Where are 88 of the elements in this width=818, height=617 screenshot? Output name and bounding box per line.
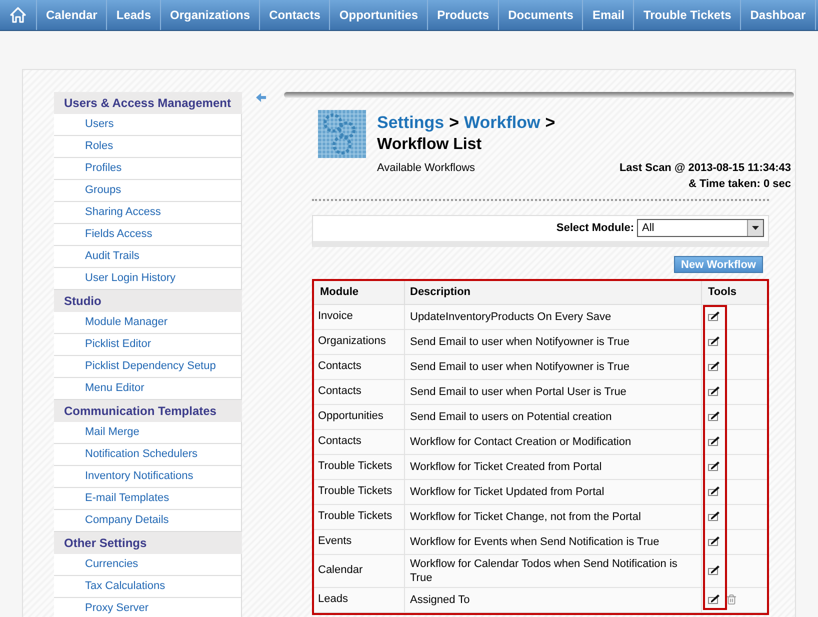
trash-icon[interactable] — [726, 594, 737, 605]
table-cell: Leads — [314, 588, 405, 612]
nav-tab[interactable]: Opportunities — [330, 0, 428, 30]
table-cell: Send Email to user when Notifyowner is True — [405, 354, 702, 378]
sidebar-item[interactable]: Audit Trails — [54, 246, 242, 268]
sidebar-item[interactable]: Users — [54, 114, 242, 136]
edit-icon[interactable] — [708, 461, 720, 472]
sidebar-item[interactable]: Roles — [54, 136, 242, 158]
table-cell: Trouble Tickets — [314, 454, 405, 478]
edit-icon[interactable] — [708, 336, 720, 347]
sidebar-item[interactable]: Notification Schedulers — [54, 444, 242, 466]
table-cell: Workflow for Ticket Change, not from the Portal — [405, 504, 702, 528]
sidebar-item[interactable]: User Login History — [54, 268, 242, 290]
module-select[interactable]: All — [637, 219, 764, 237]
sidebar-item[interactable]: Picklist Dependency Setup — [54, 356, 242, 378]
sidebar-item[interactable]: Currencies — [54, 554, 242, 576]
nav-tab[interactable]: Products — [428, 0, 500, 30]
sidebar-item[interactable]: Groups — [54, 180, 242, 202]
nav-tab[interactable]: Calendar — [37, 0, 108, 30]
edit-icon[interactable] — [708, 361, 720, 372]
collapse-arrow-icon[interactable] — [256, 93, 266, 102]
table-cell: Send Email to user when Portal User is True — [405, 380, 702, 404]
sidebar-item[interactable]: Inventory Notifications — [54, 466, 242, 488]
table-cell: Workflow for Events when Send Notification is True — [405, 530, 702, 554]
table-cell: Trouble Tickets — [314, 504, 405, 528]
caret-icon — [752, 226, 759, 230]
page-title: Workflow List — [377, 136, 483, 154]
sidebar-item[interactable]: Tax Calculations — [54, 576, 242, 598]
edit-icon[interactable] — [708, 486, 720, 497]
edit-icon[interactable] — [708, 565, 720, 576]
table-cell: Workflow for Ticket Updated from Portal — [405, 480, 702, 504]
sidebar-heading: Other Settings — [54, 532, 242, 554]
table-cell: Assigned To — [405, 588, 702, 612]
time-taken-text: & Time taken: 0 sec — [688, 177, 791, 192]
sidebar-item[interactable]: Module Manager — [54, 312, 242, 334]
table-cell: Calendar — [314, 554, 405, 586]
last-scan-text: Last Scan @ 2013-08-15 11:34:43 — [619, 160, 791, 176]
sidebar-heading: Users & Access Management — [54, 92, 242, 114]
table-cell: Invoice — [314, 304, 405, 328]
edit-icon[interactable] — [708, 594, 720, 605]
sidebar-item[interactable]: Fields Access — [54, 224, 242, 246]
table-cell: Workflow for Contact Creation or Modification — [405, 430, 702, 454]
nav-tab[interactable]: Documents — [499, 0, 584, 30]
table-cell: Contacts — [314, 430, 405, 454]
table-cell: Trouble Tickets — [314, 480, 405, 504]
home-icon — [10, 7, 26, 23]
gears-icon — [318, 110, 366, 158]
breadcrumb-link[interactable]: Settings — [377, 110, 444, 136]
table-cell: Workflow for Calendar Todos when Send Notification is True — [405, 554, 702, 586]
sidebar-heading: Studio — [54, 290, 242, 312]
select-label: Select Module: — [556, 220, 634, 236]
column-header: Description — [405, 280, 702, 304]
table-cell: Organizations — [314, 330, 405, 354]
breadcrumb-separator: > — [545, 112, 556, 134]
nav-tab[interactable]: Dashboar — [741, 0, 816, 30]
nav-tab[interactable]: Trouble Tickets — [634, 0, 742, 30]
sidebar-heading: Communication Templates — [54, 400, 242, 422]
edit-icon[interactable] — [708, 311, 720, 322]
sidebar-item[interactable]: E-mail Templates — [54, 488, 242, 510]
nav-tab[interactable]: Email — [583, 0, 634, 30]
sidebar-item[interactable]: Proxy Server — [54, 598, 242, 617]
subtitle: Available Workflows — [377, 160, 476, 176]
edit-icon[interactable] — [708, 511, 720, 522]
edit-icon[interactable] — [708, 436, 720, 447]
sidebar-item[interactable]: Mail Merge — [54, 422, 242, 444]
column-header: Module — [314, 280, 405, 304]
sidebar-item[interactable]: Profiles — [54, 158, 242, 180]
table-cell: UpdateInventoryProducts On Every Save — [405, 304, 702, 328]
sidebar-item[interactable]: Company Details — [54, 510, 242, 532]
edit-icon[interactable] — [708, 386, 720, 397]
sidebar-item[interactable]: Picklist Editor — [54, 334, 242, 356]
table-cell: Contacts — [314, 354, 405, 378]
nav-tab[interactable]: Leads — [107, 0, 162, 30]
table-cell: Workflow for Ticket Created from Portal — [405, 454, 702, 478]
breadcrumb-separator: > — [449, 112, 459, 134]
table-cell: Opportunities — [314, 404, 405, 428]
sidebar-item[interactable]: Sharing Access — [54, 202, 242, 224]
table-cell: Send Email to user when Notifyowner is True — [405, 330, 702, 354]
table-cell: Events — [314, 530, 405, 554]
table-cell: Contacts — [314, 380, 405, 404]
edit-icon[interactable] — [708, 411, 720, 422]
nav-tab[interactable]: Organizations — [161, 0, 260, 30]
edit-icon[interactable] — [708, 536, 720, 547]
sidebar-item[interactable]: Menu Editor — [54, 378, 242, 400]
table-cell: Send Email to users on Potential creation — [405, 404, 702, 428]
breadcrumb-link[interactable]: Workflow — [464, 110, 540, 136]
nav-tab[interactable]: Contacts — [260, 0, 330, 30]
column-header: Tools — [707, 284, 738, 300]
